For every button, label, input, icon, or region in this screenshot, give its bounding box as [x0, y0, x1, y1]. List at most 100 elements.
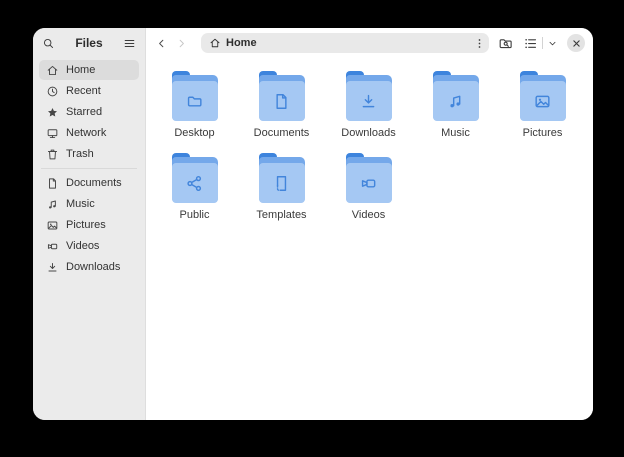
folder-videos[interactable]: Videos [325, 153, 412, 222]
folder-icon [346, 153, 392, 203]
folder-documents[interactable]: Documents [238, 71, 325, 140]
network-icon [46, 127, 59, 140]
video-icon [359, 174, 378, 193]
folder-icon [185, 92, 204, 111]
folder-label: Desktop [174, 127, 214, 139]
folder-icon [259, 153, 305, 203]
folder-icon [172, 71, 218, 121]
sidebar-item-label: Starred [66, 106, 102, 118]
sidebar-item-label: Recent [66, 85, 101, 97]
divider [542, 37, 543, 49]
sidebar-item-music[interactable]: Music [39, 194, 139, 214]
chevron-right-icon [175, 37, 188, 50]
music-icon [446, 92, 465, 111]
app-title: Files [75, 36, 102, 50]
search-icon [42, 37, 55, 50]
folder-music[interactable]: Music [412, 71, 499, 140]
sidebar-list: Home Recent Starred Network Trash Documents Mu… [33, 58, 145, 278]
close-icon [572, 39, 581, 48]
folder-label: Videos [352, 209, 385, 221]
main-pane: Home [146, 28, 593, 420]
folder-downloads[interactable]: Downloads [325, 71, 412, 140]
sidebar-item-label: Downloads [66, 261, 120, 273]
trash-icon [46, 148, 59, 161]
sidebar-item-home[interactable]: Home [39, 60, 139, 80]
folder-icon [520, 71, 566, 121]
sidebar-item-label: Trash [66, 148, 94, 160]
sidebar-item-recent[interactable]: Recent [39, 81, 139, 101]
sidebar-item-label: Music [66, 198, 95, 210]
sidebar-item-pictures[interactable]: Pictures [39, 215, 139, 235]
sidebar-item-label: Documents [66, 177, 122, 189]
video-icon [46, 240, 59, 253]
sidebar-header: Files [33, 28, 145, 58]
folder-label: Public [180, 209, 210, 221]
picture-icon [46, 219, 59, 232]
sidebar-divider [41, 168, 137, 169]
files-window: Files Home Recent Starred Network Trash Docum… [33, 28, 593, 420]
sidebar-item-label: Home [66, 64, 95, 76]
sidebar-item-network[interactable]: Network [39, 123, 139, 143]
kebab-icon [473, 37, 486, 50]
header-bar: Home [146, 28, 593, 58]
sidebar-item-videos[interactable]: Videos [39, 236, 139, 256]
search-everywhere-button[interactable] [498, 36, 513, 51]
folder-search-icon [498, 36, 513, 51]
folder-emblem [520, 81, 566, 121]
sidebar-item-starred[interactable]: Starred [39, 102, 139, 122]
home-icon [46, 64, 59, 77]
template-icon [272, 174, 291, 193]
home-icon [209, 37, 221, 49]
folder-public[interactable]: Public [151, 153, 238, 222]
download-icon [359, 92, 378, 111]
picture-icon [533, 92, 552, 111]
folder-menu-button[interactable] [473, 37, 486, 50]
breadcrumb[interactable]: Home [201, 33, 489, 53]
search-button[interactable] [42, 37, 55, 50]
forward-button[interactable] [171, 31, 191, 55]
sidebar-item-label: Videos [66, 240, 99, 252]
sidebar-item-label: Network [66, 127, 106, 139]
folder-label: Downloads [341, 127, 395, 139]
folder-pictures[interactable]: Pictures [499, 71, 586, 140]
header-actions [498, 34, 585, 52]
folder-desktop[interactable]: Desktop [151, 71, 238, 140]
breadcrumb-label: Home [226, 37, 257, 49]
chevron-down-icon [547, 38, 558, 49]
folder-icon [259, 71, 305, 121]
folder-label: Music [441, 127, 470, 139]
folder-grid: Desktop Documents Downloads Music Pictures Pu… [146, 58, 593, 420]
list-view-icon [523, 36, 538, 51]
main-menu-button[interactable] [123, 37, 136, 50]
sidebar: Files Home Recent Starred Network Trash Docum… [33, 28, 146, 420]
desktop-background: Files Home Recent Starred Network Trash Docum… [0, 0, 624, 457]
sidebar-item-documents[interactable]: Documents [39, 173, 139, 193]
share-icon [185, 174, 204, 193]
folder-emblem [346, 81, 392, 121]
folder-emblem [346, 163, 392, 203]
sidebar-item-trash[interactable]: Trash [39, 144, 139, 164]
folder-emblem [172, 163, 218, 203]
folder-emblem [259, 81, 305, 121]
folder-icon [433, 71, 479, 121]
view-options-button[interactable] [547, 38, 558, 49]
chevron-left-icon [155, 37, 168, 50]
folder-label: Documents [254, 127, 310, 139]
folder-emblem [259, 163, 305, 203]
document-icon [272, 92, 291, 111]
document-icon [46, 177, 59, 190]
close-button[interactable] [567, 34, 585, 52]
sidebar-item-label: Pictures [66, 219, 106, 231]
sidebar-item-downloads[interactable]: Downloads [39, 257, 139, 277]
folder-label: Templates [256, 209, 306, 221]
folder-icon [346, 71, 392, 121]
list-view-button[interactable] [523, 36, 538, 51]
folder-templates[interactable]: Templates [238, 153, 325, 222]
folder-emblem [433, 81, 479, 121]
folder-label: Pictures [523, 127, 563, 139]
download-icon [46, 261, 59, 274]
folder-icon [172, 153, 218, 203]
hamburger-icon [123, 37, 136, 50]
back-button[interactable] [151, 31, 171, 55]
view-toggle [523, 36, 558, 51]
